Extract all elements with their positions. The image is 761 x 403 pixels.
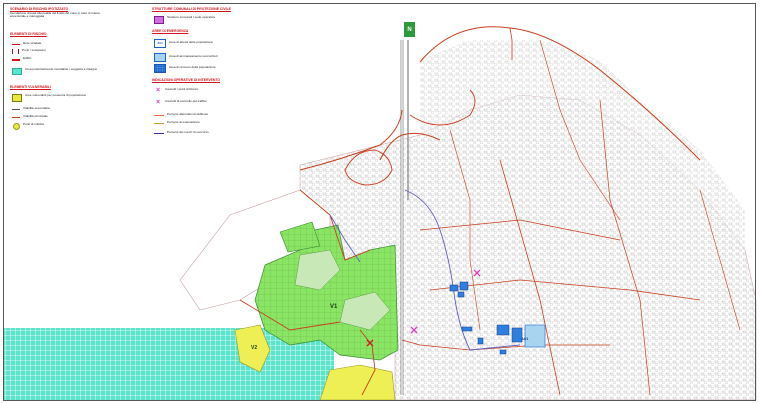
- legend-structure-row: Strutture comunali / sede operativa: [154, 15, 215, 24]
- legend-areas-title: AREE DI EMERGENZA: [152, 29, 189, 33]
- legend-indication-row: × Cancelli / posti di blocco: [156, 87, 199, 94]
- legend-indication-row: Percorsi di evacuazione: [154, 120, 200, 125]
- legend-structure-label: Strutture comunali / sede operativa: [167, 15, 215, 19]
- legend-area-row: A01 Aree di attesa della popolazione: [154, 39, 213, 48]
- road-line-icon: [12, 44, 20, 45]
- legend-indication-row: Percorsi dei mezzi di soccorso: [154, 130, 209, 135]
- legend-area-row: Area di ammassamento soccorritori: [154, 53, 218, 62]
- bridge-icon: [12, 49, 19, 54]
- legend-element-row: Edifici: [12, 56, 32, 61]
- legend-element-label: Rete stradale: [23, 41, 42, 45]
- legend-vulnerable-label: Viabilità secondaria: [23, 106, 50, 110]
- legend-elements: ELEMENTI DI RISCHIO: [10, 32, 47, 37]
- legend-indication-row: Percorsi alternativi di deflusso: [154, 112, 209, 117]
- north-label: N: [407, 26, 412, 33]
- legend-element-row: Ponti / sottopassi: [12, 48, 46, 54]
- waiting-area-icon: A01: [154, 39, 166, 48]
- legend-areas: AREE DI EMERGENZA: [152, 29, 189, 34]
- legend-area-row: Area di ricovero della popolazione: [154, 64, 216, 73]
- legend-area-label: Area di ricovero della popolazione: [169, 65, 216, 69]
- secondary-road-icon: [12, 109, 20, 110]
- legend-element-row: Rete stradale: [12, 41, 42, 46]
- legend-element-row: Area potenzialmente inondabile / soggett…: [12, 67, 98, 75]
- building-icon: [12, 58, 20, 61]
- legend-structures: STRUTTURE COMUNALI DI PROTEZIONE CIVILE: [152, 7, 231, 12]
- legend-vulnerable-row: Viabilità secondaria: [12, 106, 50, 111]
- assembly-area-icon: [154, 53, 166, 62]
- legend-indication-label: Percorsi dei mezzi di soccorso: [167, 130, 209, 134]
- legend-indication-row: × Cancelli di controllo del traffico: [156, 99, 207, 106]
- critical-point-icon: [13, 123, 20, 130]
- legend-left: SCENARIO DI RISCHIO IPOTIZZATO Inondazio…: [10, 7, 140, 19]
- legend-area-label: Area di ammassamento soccorritori: [169, 54, 218, 58]
- municipal-structure-icon: [154, 16, 164, 24]
- north-arrow-icon: N: [404, 22, 415, 37]
- traffic-control-cross-icon: ×: [156, 99, 161, 106]
- legend-vulnerable-label: Viabilità principale: [23, 114, 48, 118]
- legend-element-label: Edifici: [23, 56, 32, 60]
- legend-vulnerable-label: Aree vulnerabili per presenza di popolaz…: [25, 93, 87, 97]
- zone-label-v2: V2: [251, 345, 258, 351]
- legend-vulnerable-row: Punti di criticità: [12, 122, 44, 130]
- evacuation-route-icon: [154, 123, 164, 124]
- legend-element-label: Ponti / sottopassi: [22, 48, 46, 52]
- zone-label-a01: A01: [521, 336, 529, 341]
- legend-element-label: Area potenzialmente inondabile / soggett…: [25, 67, 98, 71]
- gate-cross-icon: ×: [156, 87, 161, 94]
- alternative-route-icon: [154, 115, 164, 116]
- flood-area-icon: [12, 68, 22, 75]
- legend-area-label: Aree di attesa della popolazione: [169, 40, 214, 44]
- legend-scenario: ELEMENTI VULNERABILI: [10, 85, 51, 90]
- vulnerable-area-icon: [12, 94, 22, 102]
- legend-indication-label: Percorsi di evacuazione: [167, 120, 200, 124]
- legend-structures-title: STRUTTURE COMUNALI DI PROTEZIONE CIVILE: [152, 7, 231, 11]
- zone-label-v1: V1: [330, 304, 338, 310]
- legend-vulnerable-title: ELEMENTI VULNERABILI: [10, 85, 51, 89]
- legend-indication-label: Percorsi alternativi di deflusso: [167, 112, 209, 116]
- rescue-route-icon: [154, 133, 164, 134]
- legend-vulnerable-row: Aree vulnerabili per presenza di popolaz…: [12, 93, 87, 102]
- legend-scenario-desc: Inondazione dovuta alla risalita del liv…: [10, 10, 100, 19]
- legend-indications: INDICAZIONI OPERATIVE DI INTERVENTO: [152, 78, 221, 83]
- legend-indication-label: Cancelli di controllo del traffico: [165, 99, 207, 103]
- legend-indication-label: Cancelli / posti di blocco: [165, 87, 199, 91]
- main-road-icon: [12, 117, 20, 118]
- map-sheet: N V1 V2 A01 SCENARIO DI RISCHIO IPOTIZZA…: [0, 0, 761, 403]
- legend-indications-title: INDICAZIONI OPERATIVE DI INTERVENTO: [152, 78, 221, 82]
- legend-vulnerable-row: Viabilità principale: [12, 114, 48, 119]
- legend-elements-title: ELEMENTI DI RISCHIO: [10, 32, 47, 36]
- legend-vulnerable-label: Punti di criticità: [23, 122, 44, 126]
- sheet-border: [3, 3, 756, 401]
- shelter-area-icon: [154, 64, 166, 73]
